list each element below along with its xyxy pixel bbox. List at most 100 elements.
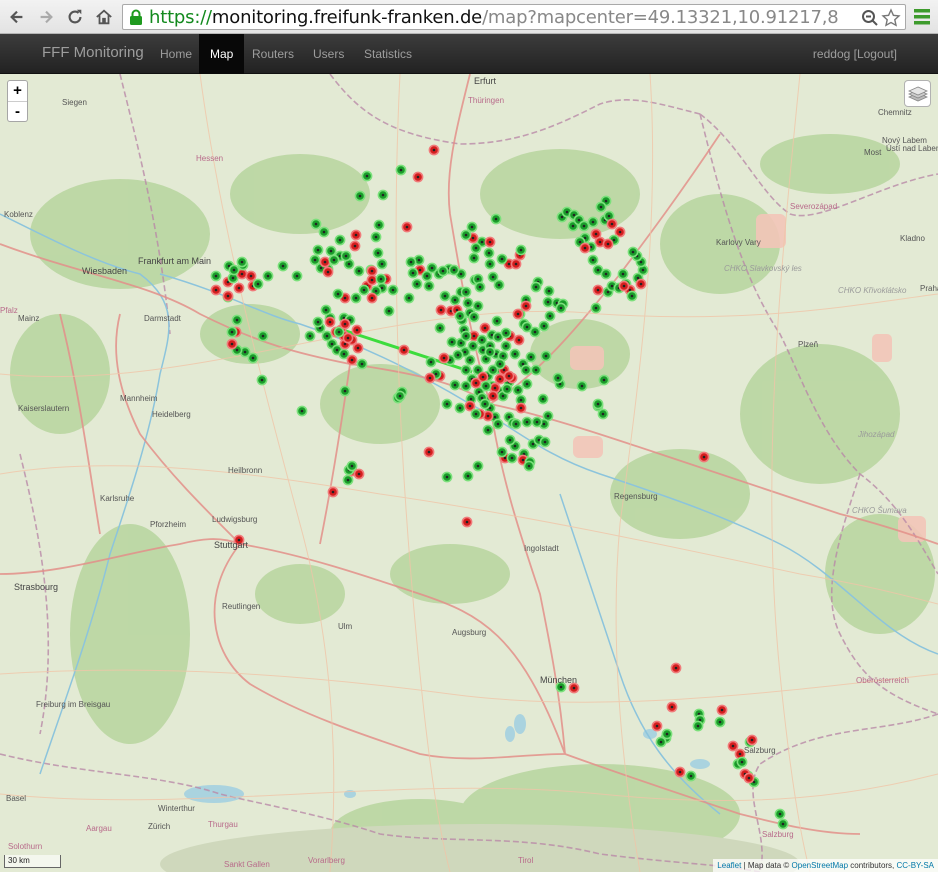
router-node-center	[379, 277, 383, 281]
router-node-center	[521, 458, 525, 462]
router-node-center	[365, 174, 369, 178]
place-label: Vorarlberg	[308, 856, 345, 865]
layers-button[interactable]	[904, 80, 931, 107]
map-tiles	[0, 74, 938, 872]
map-canvas[interactable]: Erfurt Thüringen Chemnitz Siegen Hessen Koble…	[0, 74, 938, 872]
router-node-center	[548, 314, 552, 318]
router-node-center	[516, 312, 520, 316]
router-node-center	[477, 390, 481, 394]
forward-icon	[40, 10, 53, 24]
router-node-center	[496, 422, 500, 426]
license-link[interactable]: CC-BY-SA	[897, 861, 935, 870]
router-node-center	[266, 274, 270, 278]
address-bar[interactable]: https://monitoring.freifunk-franken.de/m…	[122, 4, 906, 30]
menu-icon[interactable]	[914, 8, 930, 26]
router-node-center	[240, 260, 244, 264]
router-node-center	[527, 464, 531, 468]
router-node-center	[541, 397, 545, 401]
router-node-center	[659, 740, 663, 744]
router-node-center	[622, 284, 626, 288]
router-node-center	[607, 214, 611, 218]
nav-routers[interactable]: Routers	[241, 34, 305, 74]
zoom-icon[interactable]	[861, 9, 879, 27]
router-node-center	[466, 301, 470, 305]
router-node-center	[235, 348, 239, 352]
router-node-center	[356, 346, 360, 350]
router-node-center	[504, 331, 508, 335]
reload-button[interactable]	[64, 6, 86, 28]
router-node-center	[476, 368, 480, 372]
router-node-center	[670, 705, 674, 709]
place-label: Frankfurt am Main	[138, 256, 212, 266]
place-label: Jihozápad	[858, 430, 895, 439]
router-node-center	[472, 334, 476, 338]
router-node-center	[571, 224, 575, 228]
router-node-center	[612, 238, 616, 242]
router-node-center	[409, 260, 413, 264]
router-node-center	[357, 472, 361, 476]
place-label: Thurgau	[208, 820, 238, 829]
router-node-center	[308, 334, 312, 338]
router-node-center	[429, 360, 433, 364]
star-icon[interactable]	[881, 8, 901, 28]
router-node-center	[325, 334, 329, 338]
attrib-contrib: contributors,	[848, 861, 897, 870]
router-node-center	[402, 348, 406, 352]
nav-users[interactable]: Users	[302, 34, 355, 74]
router-node-center	[360, 362, 364, 366]
router-node-center	[507, 374, 511, 378]
router-node-center	[387, 309, 391, 313]
zoom-in-button[interactable]: +	[8, 81, 27, 101]
router-node-center	[445, 475, 449, 479]
router-node-center	[502, 368, 506, 372]
router-node-center	[606, 242, 610, 246]
router-node-center	[332, 258, 336, 262]
router-node-center	[718, 720, 722, 724]
router-node-center	[542, 422, 546, 426]
router-node-center	[488, 262, 492, 266]
home-button[interactable]	[93, 6, 115, 28]
router-node-center	[328, 320, 332, 324]
leaflet-link[interactable]: Leaflet	[717, 861, 741, 870]
router-node-center	[455, 308, 459, 312]
router-node-center	[376, 251, 380, 255]
zoom-out-button[interactable]: -	[8, 101, 27, 121]
router-node-center	[354, 233, 358, 237]
place-label: Heidelberg	[152, 410, 191, 419]
place-label: Ludwigsburg	[212, 515, 258, 524]
top-navbar: FFF Monitoring Home Map Routers Users St…	[0, 34, 938, 74]
nav-statistics[interactable]: Statistics	[353, 34, 423, 74]
router-node-center	[452, 268, 456, 272]
router-node-center	[750, 738, 754, 742]
user-logout-link[interactable]: reddog [Logout]	[813, 34, 897, 74]
router-node-center	[621, 272, 625, 276]
router-node-center	[344, 254, 348, 258]
router-node-center	[517, 338, 521, 342]
router-node-center	[427, 450, 431, 454]
reload-icon	[68, 9, 82, 24]
router-node-center	[472, 315, 476, 319]
router-node-center	[474, 246, 478, 250]
router-node-center	[374, 235, 378, 239]
router-node-center	[547, 289, 551, 293]
osm-link[interactable]: OpenStreetMap	[792, 861, 848, 870]
nav-map[interactable]: Map	[199, 34, 245, 74]
forward-button[interactable]	[35, 6, 57, 28]
router-node-center	[483, 402, 487, 406]
router-node-center	[507, 415, 511, 419]
router-node-center	[534, 368, 538, 372]
router-node-center	[594, 232, 598, 236]
router-node-center	[504, 344, 508, 348]
nav-home[interactable]: Home	[149, 34, 203, 74]
router-node-center	[471, 236, 475, 240]
router-node-center	[343, 342, 347, 346]
router-node-center	[316, 248, 320, 252]
back-button[interactable]	[6, 6, 28, 28]
place-label: CHKO Slavkovský les	[724, 264, 802, 273]
place-label: Most	[864, 148, 882, 157]
router-node-center	[261, 334, 265, 338]
router-node-center	[343, 389, 347, 393]
router-node-center	[443, 294, 447, 298]
brand-title[interactable]: FFF Monitoring	[42, 44, 144, 61]
router-node-center	[720, 708, 724, 712]
